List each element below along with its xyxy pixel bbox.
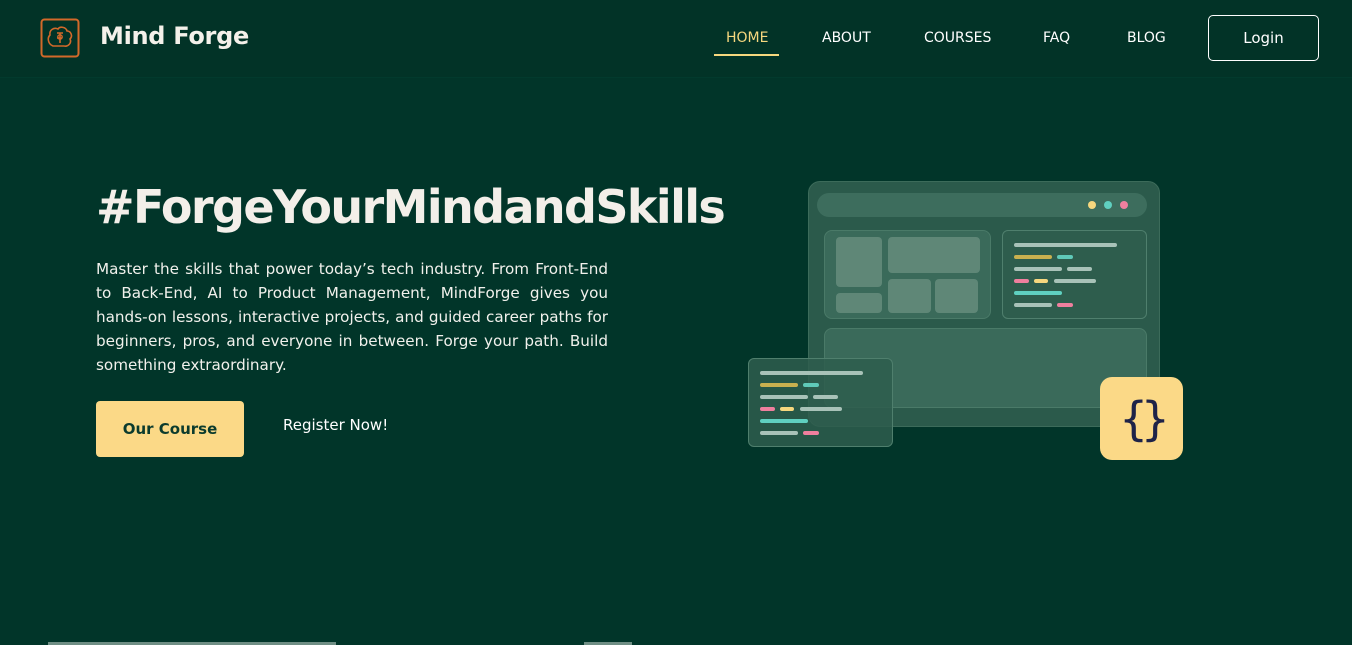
code-line bbox=[780, 407, 794, 411]
curly-braces-icon: {} bbox=[1100, 377, 1183, 460]
code-line bbox=[1067, 267, 1092, 271]
brand-name[interactable]: Mind Forge bbox=[100, 22, 249, 50]
code-line bbox=[803, 431, 819, 435]
code-line bbox=[1034, 279, 1048, 283]
nav-faq[interactable]: FAQ bbox=[1043, 30, 1070, 56]
login-button[interactable]: Login bbox=[1208, 15, 1319, 61]
code-line bbox=[760, 395, 808, 399]
curly-braces-glyph: {} bbox=[1119, 391, 1169, 446]
layout-panel bbox=[824, 230, 991, 319]
nav-blog[interactable]: BLOG bbox=[1127, 30, 1166, 56]
code-line bbox=[1014, 243, 1117, 247]
layout-tile bbox=[888, 237, 980, 273]
code-line bbox=[1014, 291, 1062, 295]
code-line bbox=[760, 371, 863, 375]
code-line bbox=[1014, 255, 1052, 259]
hero-title: #ForgeYourMindandSkills bbox=[96, 180, 726, 234]
code-line bbox=[803, 383, 819, 387]
code-line bbox=[760, 383, 798, 387]
hero-description: Master the skills that power today’s tec… bbox=[96, 260, 608, 374]
code-line bbox=[813, 395, 838, 399]
register-now-link[interactable]: Register Now! bbox=[283, 416, 388, 442]
page: Mind Forge HOME ABOUT COURSES FAQ BLOG L… bbox=[0, 0, 1352, 645]
brain-gear-icon[interactable] bbox=[40, 18, 80, 58]
nav-active-indicator bbox=[714, 54, 779, 56]
code-line bbox=[1014, 279, 1029, 283]
code-line bbox=[800, 407, 842, 411]
code-line bbox=[1057, 255, 1073, 259]
code-line bbox=[1054, 279, 1096, 283]
nav-home[interactable]: HOME bbox=[726, 30, 768, 56]
code-line bbox=[760, 419, 808, 423]
layout-tile bbox=[888, 279, 931, 313]
layout-tile bbox=[836, 293, 882, 313]
code-line bbox=[1014, 267, 1062, 271]
code-panel-graphic bbox=[1002, 230, 1147, 319]
layout-tile bbox=[836, 237, 882, 287]
code-line bbox=[760, 431, 798, 435]
window-dot-teal bbox=[1104, 201, 1112, 209]
window-title-bar bbox=[817, 193, 1147, 217]
floating-code-card bbox=[748, 358, 893, 447]
window-dot-yellow bbox=[1088, 201, 1096, 209]
top-navbar: Mind Forge HOME ABOUT COURSES FAQ BLOG L… bbox=[0, 0, 1352, 78]
code-line bbox=[760, 407, 775, 411]
nav-about[interactable]: ABOUT bbox=[822, 30, 871, 56]
code-line bbox=[1014, 303, 1052, 307]
window-dot-pink bbox=[1120, 201, 1128, 209]
nav-courses[interactable]: COURSES bbox=[924, 30, 991, 56]
layout-tile bbox=[935, 279, 978, 313]
code-line bbox=[1057, 303, 1073, 307]
our-course-button[interactable]: Our Course bbox=[96, 401, 244, 457]
hero-illustration: {} bbox=[740, 176, 1200, 476]
